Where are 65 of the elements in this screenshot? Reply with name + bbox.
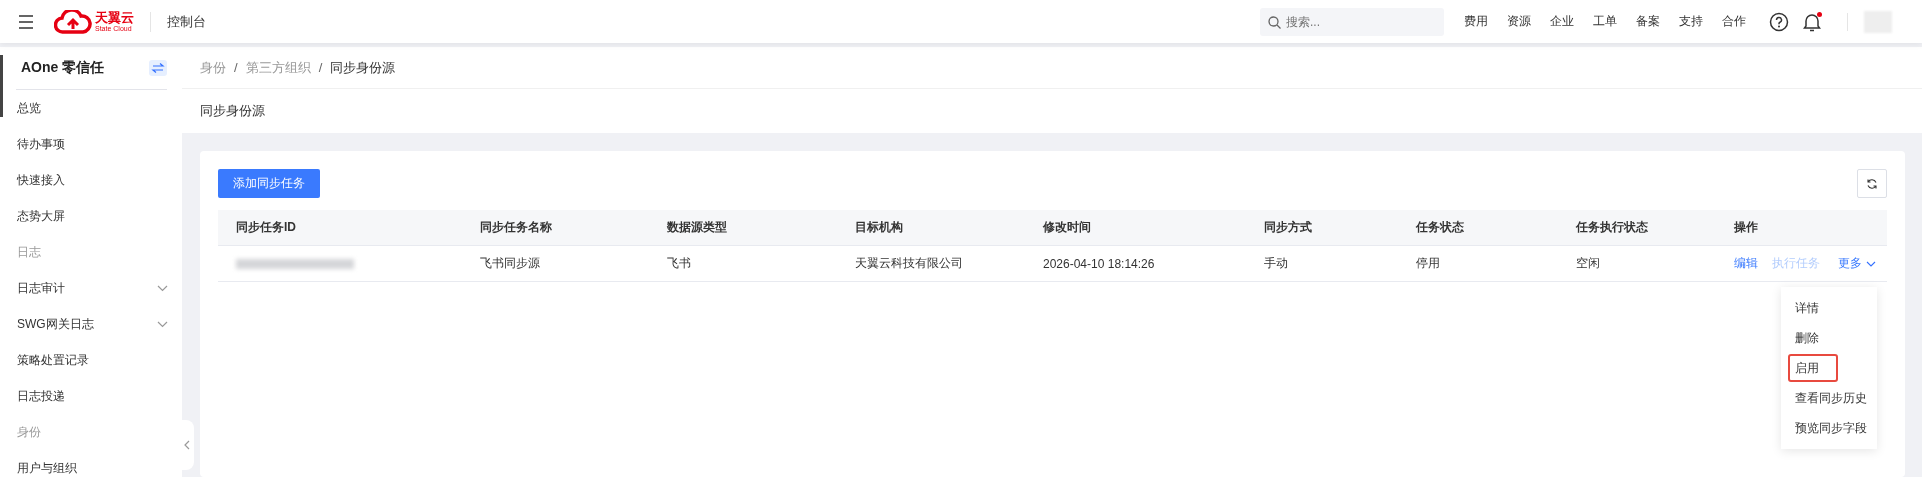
breadcrumb-separator: / (234, 60, 238, 75)
menu-item[interactable]: 删除 (1781, 323, 1869, 353)
menu-icon[interactable] (18, 14, 34, 29)
chevron-down-icon (157, 320, 168, 328)
breadcrumb-link[interactable]: 同步身份源 (330, 58, 396, 77)
table-cell-text: 空闲 (1575, 255, 1601, 272)
bell-icon[interactable] (1803, 11, 1821, 32)
action-link[interactable]: 编辑 (1734, 255, 1758, 272)
nav-link[interactable]: 合作 (1722, 13, 1746, 30)
switch-icon[interactable] (149, 60, 167, 76)
add-task-button[interactable]: 添加同步任务 (218, 169, 320, 198)
sidebar-item[interactable]: 待办事项 (0, 126, 182, 162)
menu-item[interactable]: 详情 (1781, 293, 1869, 323)
table-cell-text: 飞书同步源 (479, 255, 541, 272)
refresh-icon (1866, 177, 1878, 190)
sidebar-item[interactable]: 用户与组织 (0, 450, 182, 477)
table-cell-text: 天翼云科技有限公司 (854, 255, 964, 272)
column-header: 操作 (1733, 219, 1759, 236)
menu-item[interactable]: 启用 (1787, 353, 1839, 383)
column-header: 任务执行状态 (1575, 219, 1649, 236)
column-header: 目标机构 (854, 219, 904, 236)
chevron-down-icon (157, 284, 168, 292)
breadcrumb-separator: / (318, 60, 323, 75)
search-icon (1268, 15, 1281, 29)
column-header: 同步任务名称 (479, 219, 553, 236)
page-title: 同步身份源 (200, 102, 265, 120)
sidebar-item[interactable]: 态势大屏 (0, 198, 182, 234)
product-title: AOne 零信任 (21, 59, 105, 77)
sidebar-item[interactable]: SWG网关日志 (0, 306, 182, 342)
sidebar-item[interactable]: 策略处置记录 (0, 342, 182, 378)
sidebar-item[interactable]: 日志投递 (0, 378, 182, 414)
nav-link[interactable]: 资源 (1507, 13, 1531, 30)
scrollbar (0, 55, 3, 117)
table-cell-text: 飞书 (666, 255, 692, 272)
table-cell-text: 停用 (1415, 255, 1441, 272)
sidebar-item[interactable]: 快速接入 (0, 162, 182, 198)
nav-link[interactable]: 支持 (1679, 13, 1703, 30)
column-header: 同步任务ID (235, 219, 297, 236)
logo-text: 天翼云 (95, 11, 134, 24)
more-dropdown[interactable]: 更多 (1838, 255, 1876, 272)
cloud-logo-icon (54, 9, 92, 34)
search-field[interactable]: 搜索... (1260, 7, 1444, 36)
action-link: 执行任务 (1772, 255, 1820, 272)
column-header: 修改时间 (1042, 219, 1092, 236)
caret-icon (1866, 260, 1876, 267)
table-cell-text: 2026-04-10 18:14:26 (1042, 256, 1156, 271)
chevron-left-icon (184, 440, 190, 450)
collapse-handle[interactable] (180, 420, 194, 470)
menu-item[interactable]: 查看同步历史 (1781, 383, 1869, 413)
menu-item[interactable]: 预览同步字段 (1781, 413, 1869, 443)
table-cell-text: 手动 (1263, 255, 1289, 272)
sidebar-group-label: 日志 (16, 243, 42, 261)
column-header: 数据源类型 (666, 219, 728, 236)
column-header: 同步方式 (1263, 219, 1313, 236)
refresh-button[interactable] (1857, 169, 1887, 198)
nav-link[interactable]: 工单 (1593, 13, 1617, 30)
sidebar-group-label: 身份 (16, 423, 42, 441)
console-title[interactable]: 控制台 (167, 12, 206, 31)
help-icon[interactable] (1769, 11, 1789, 32)
nav-link[interactable]: 备案 (1636, 13, 1660, 30)
column-header: 任务状态 (1415, 219, 1465, 236)
sidebar-item[interactable]: 总览 (0, 90, 182, 126)
nav-link[interactable]: 企业 (1550, 13, 1574, 30)
sidebar-item[interactable]: 日志审计 (0, 270, 182, 306)
nav-link[interactable]: 费用 (1464, 13, 1488, 30)
